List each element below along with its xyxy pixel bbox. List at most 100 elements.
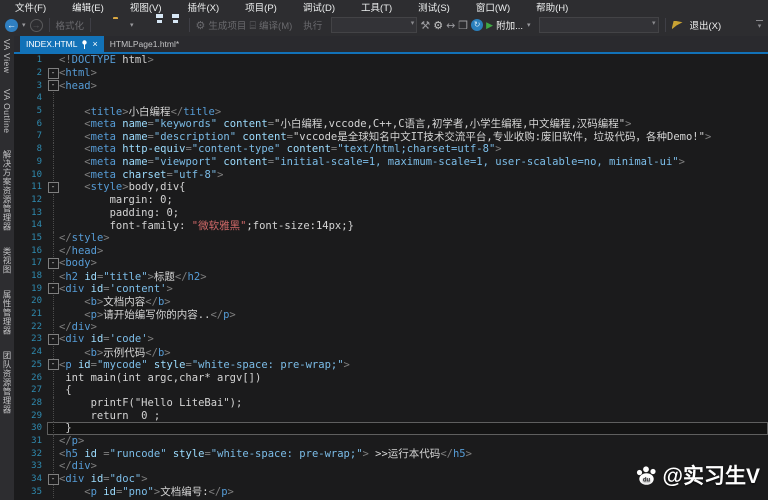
split-columns-icon[interactable]: ❒ [458, 19, 468, 32]
fold-guide-line [52, 244, 54, 257]
fold-collapse-icon[interactable]: - [47, 80, 59, 92]
attach-button[interactable]: 附加... [496, 18, 523, 32]
fold-guide-line [52, 307, 54, 321]
toolbar-separator [664, 18, 666, 32]
line-number: 16 [31, 245, 42, 256]
format-button[interactable]: 格式化 [56, 18, 85, 32]
code-editor[interactable]: 1 <!DOCTYPE html> 2- <html> 3- <head> 4 5 <titl… [14, 54, 768, 500]
code-line-10: 10 <meta charset="utf-8"> [14, 168, 768, 181]
code-line-1: 1 <!DOCTYPE html> [14, 54, 768, 67]
fold-collapse-icon[interactable]: - [47, 257, 59, 269]
attach-play-icon[interactable]: ▶ [486, 20, 493, 31]
baidu-paw-icon: du [636, 466, 656, 485]
code-text: padding: 0; [59, 206, 180, 219]
line-number: 30 [31, 423, 42, 434]
line-number: 8 [36, 144, 42, 155]
wrench-icon[interactable]: ⚒ [420, 19, 430, 32]
line-number: 3 [36, 80, 42, 91]
run-button[interactable]: 执行 [303, 18, 322, 32]
menu-item-tools[interactable]: 工具(T) [348, 0, 405, 14]
code-text: <h5 id ="runcode" style="white-space: pr… [59, 448, 472, 461]
fold-guide-line [52, 168, 54, 181]
toolbar-overflow-icon[interactable]: ▾ [756, 20, 763, 30]
code-text: <!DOCTYPE html> [59, 54, 154, 67]
code-line-27: 27 { [14, 383, 768, 397]
sidebar-item-solution-explorer[interactable]: 解决方案资源管理器 [1, 150, 13, 231]
fold-collapse-icon[interactable]: - [47, 67, 59, 79]
line-number: 29 [31, 410, 42, 421]
tab-htmlpage1[interactable]: HTMLPage1.html* [104, 36, 185, 52]
code-line-3: 3- <head> [14, 79, 768, 92]
sidebar-item-va-outline[interactable]: VA Outline [2, 89, 12, 134]
code-text: <p>请开始编写你的内容..</p> [84, 308, 236, 321]
navigate-back-dropdown-icon[interactable]: ▾ [22, 21, 26, 29]
code-text: <meta name="description" content="vccode… [84, 130, 712, 143]
menu-item-view[interactable]: 视图(V) [117, 0, 175, 14]
build-project-button[interactable]: 生成项目 [208, 18, 246, 32]
refresh-icon[interactable]: ↻ [471, 19, 484, 31]
sidebar-item-team-explorer[interactable]: 团队资源管理器 [1, 351, 13, 414]
code-text: <body> [59, 257, 97, 270]
line-number: 23 [31, 334, 42, 345]
attach-dropdown-icon[interactable]: ▾ [527, 21, 531, 29]
code-text: <style>body,div{ [84, 181, 186, 194]
navigate-back-icon[interactable]: ← [5, 18, 18, 32]
open-dropdown-icon[interactable]: ▾ [130, 21, 134, 29]
exit-button[interactable]: 退出(X) [690, 18, 722, 32]
navigate-forward-icon[interactable]: → [29, 18, 43, 32]
line-number: 9 [36, 156, 42, 167]
code-text: <meta name="viewport" content="initial-s… [84, 155, 685, 168]
menu-item-project[interactable]: 项目(P) [232, 0, 290, 14]
feedback-icon[interactable] [671, 20, 683, 30]
fold-collapse-icon[interactable]: - [47, 333, 59, 345]
code-line-11: 11- <style>body,div{ [14, 181, 768, 194]
sidebar-item-property-manager[interactable]: 属性管理器 [1, 290, 13, 335]
line-number: 5 [36, 106, 42, 117]
tab-index-html[interactable]: INDEX.HTML × [20, 36, 104, 52]
code-line-8: 8 <meta http-equiv="content-type" conten… [14, 142, 768, 156]
menu-item-debug[interactable]: 调试(D) [290, 0, 348, 14]
fold-guide-line [52, 485, 54, 499]
fold-guide-line [52, 269, 54, 283]
line-number: 27 [31, 385, 42, 396]
menu-item-plugins[interactable]: 插件(X) [174, 0, 232, 14]
code-line-24: 24 <b>示例代码</b> [14, 345, 768, 359]
close-icon[interactable]: × [92, 39, 97, 49]
fold-collapse-icon[interactable]: - [47, 359, 59, 371]
line-number: 21 [31, 309, 42, 320]
sidebar-item-va-view[interactable]: VA View [2, 39, 12, 73]
search-combobox[interactable] [538, 17, 659, 33]
fold-guide-line [52, 142, 54, 156]
fold-guide-line [52, 117, 54, 131]
fold-collapse-icon[interactable]: - [47, 283, 59, 295]
save-icon[interactable] [154, 19, 167, 32]
fold-collapse-icon[interactable]: - [47, 181, 59, 193]
build-gear-icon: ⚙ [195, 18, 206, 32]
menu-item-help[interactable]: 帮助(H) [523, 0, 581, 14]
ruler-icon[interactable]: ↔ [446, 19, 455, 32]
add-item-icon[interactable] [138, 19, 151, 32]
document-tabstrip: INDEX.HTML × HTMLPage1.html* [14, 36, 768, 52]
fold-guide-line [52, 421, 54, 435]
fold-collapse-icon[interactable]: - [47, 473, 59, 485]
code-text: <b>示例代码</b> [84, 346, 171, 359]
save-all-icon[interactable] [170, 19, 183, 32]
compile-button[interactable]: 编译(M) [259, 18, 292, 32]
line-number: 17 [31, 258, 42, 269]
svg-text:du: du [642, 477, 650, 483]
sidebar-item-class-view[interactable]: 类视图 [1, 247, 13, 274]
settings-gear-icon[interactable]: ⚙ [433, 19, 443, 32]
configuration-combobox[interactable] [331, 17, 418, 33]
open-folder-icon[interactable] [113, 19, 126, 32]
code-line-7: 7 <meta name="description" content="vcco… [14, 130, 768, 143]
code-line-25: 25- <p id="mycode" style="white-space: pr… [14, 359, 768, 372]
code-line-28: 28 printF("Hello LiteBai"); [14, 396, 768, 410]
code-text: <h2 id="title">标题</h2> [59, 270, 207, 283]
new-file-icon[interactable] [97, 19, 110, 32]
menu-item-test[interactable]: 测试(S) [405, 0, 463, 14]
code-line-2: 2- <html> [14, 67, 768, 80]
pin-icon[interactable] [81, 39, 88, 49]
menu-item-window[interactable]: 窗口(W) [463, 0, 523, 14]
menu-item-edit[interactable]: 编辑(E) [59, 0, 117, 14]
menu-item-file[interactable]: 文件(F) [2, 0, 59, 14]
